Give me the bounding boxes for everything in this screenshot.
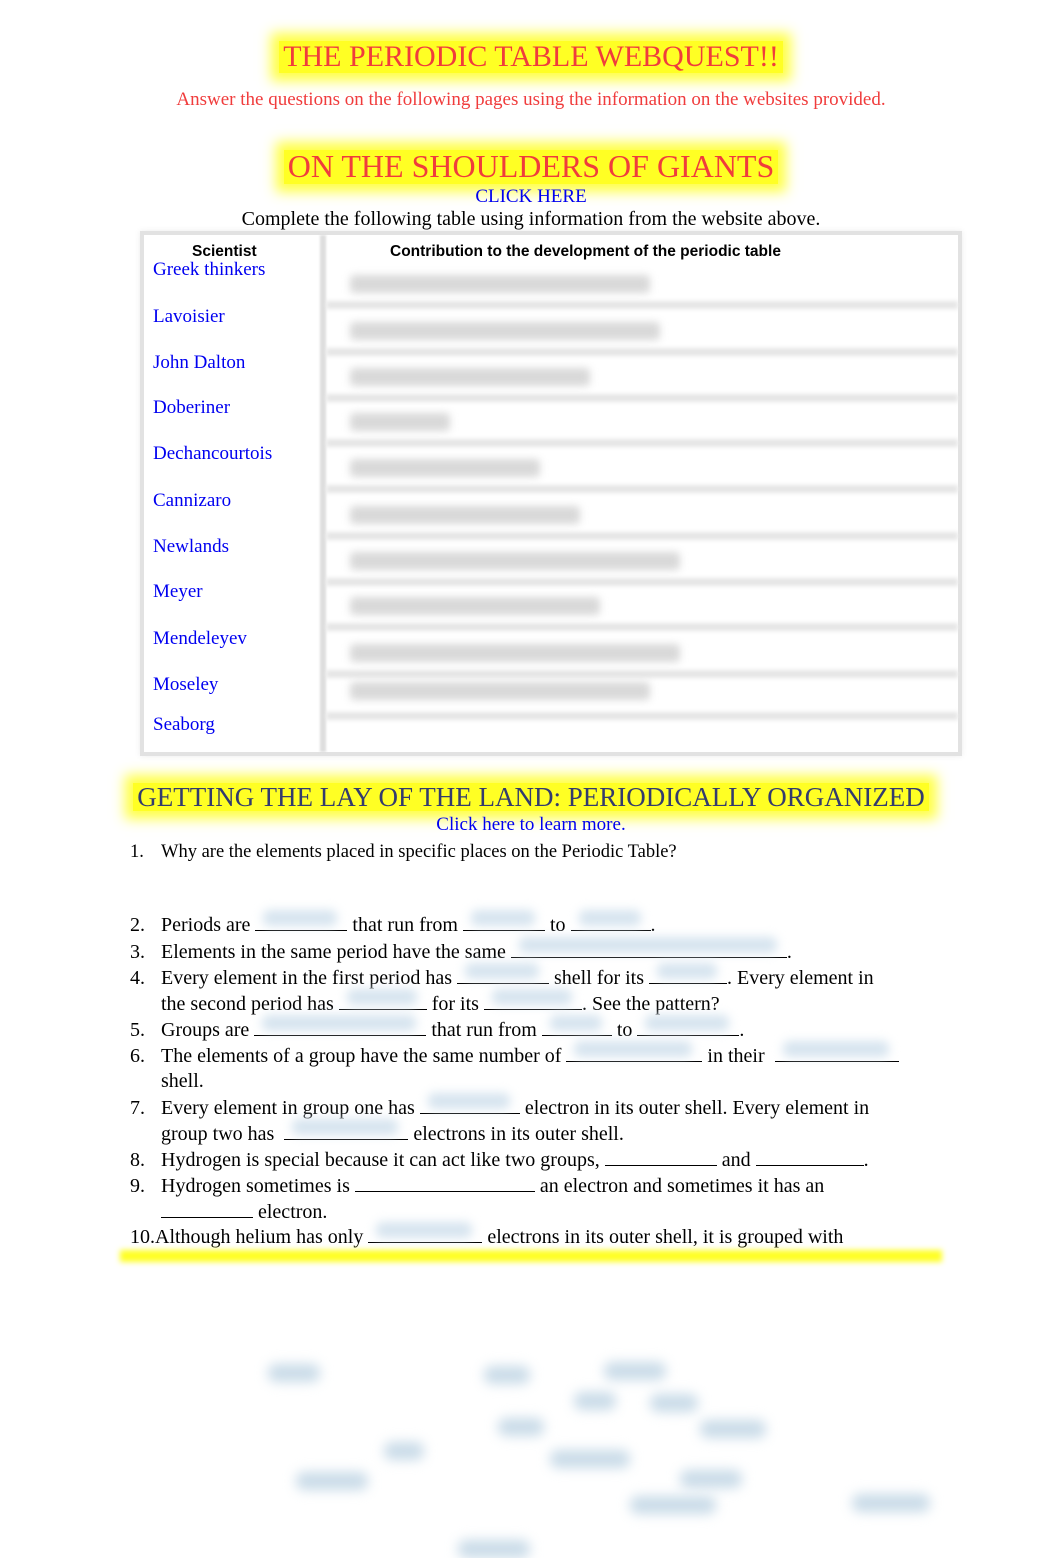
question-9: 9. Hydrogen sometimes is an electron and … [130,1173,825,1223]
scientist-link[interactable]: Seaborg [153,714,215,736]
table-row: Seaborg [144,714,958,760]
table-row: Doberiner [144,397,958,447]
scientist-link[interactable]: Cannizaro [153,490,231,512]
answer-blank[interactable] [483,989,582,1010]
question-6: 6. The elements of a group have the same … [130,1041,970,1094]
contribution-field[interactable] [350,459,540,477]
answer-blank[interactable] [255,910,348,931]
answer-blank[interactable] [284,1119,409,1140]
scientist-link[interactable]: John Dalton [153,352,245,374]
contribution-field[interactable] [350,682,650,700]
question-8: 8. Hydrogen is special because it can act… [130,1147,869,1171]
scientist-link[interactable]: Mendeleyev [153,628,247,650]
question-5: 5. Groups are that run from to . [130,1015,970,1043]
table-row: John Dalton [144,352,958,402]
question-2: 2. Periods are that run from to . [130,910,970,938]
answer-blank[interactable] [755,1147,864,1166]
answer-blank[interactable] [649,963,728,984]
scientist-table: Scientist Contribution to the developmen… [140,231,962,756]
table-row: Mendeleyev [144,628,958,678]
answer-blank[interactable] [368,1222,483,1243]
answer-blank[interactable] [161,1199,253,1218]
answer-blank[interactable] [457,963,550,984]
question-7: 7. Every element in group one has electro… [130,1093,970,1147]
highlight-band [120,1250,942,1262]
learn-more-link[interactable]: Click here to learn more. [0,814,1062,836]
answer-blank[interactable] [570,910,651,931]
answer-blank[interactable] [338,989,427,1010]
answer-blank[interactable] [254,1015,427,1036]
page-subtitle: Answer the questions on the following pa… [176,89,886,110]
page-title: THE PERIODIC TABLE WEBQUEST!! [0,40,1062,74]
contribution-field[interactable] [350,322,660,340]
scientist-link[interactable]: Doberiner [153,397,230,419]
table-row: Lavoisier [144,306,958,356]
question-1: 1. Why are the elements placed in specifi… [130,842,677,862]
contribution-field[interactable] [350,413,450,431]
table-row: Cannizaro [144,490,958,540]
scientist-link[interactable]: Lavoisier [153,306,225,328]
scientist-link[interactable]: Moseley [153,674,218,696]
question-3: 3. Elements in the same period have the s… [130,937,970,965]
scientist-link[interactable]: Newlands [153,536,229,558]
table-row: Greek thinkers [144,259,958,309]
contribution-field[interactable] [350,368,590,386]
contribution-field[interactable] [350,506,580,524]
answer-blank[interactable] [541,1015,612,1036]
scientist-link[interactable]: Dechancourtois [153,443,272,465]
question-4: 4. Every element in the first period has … [130,963,970,1017]
contribution-field[interactable] [350,275,650,293]
click-here-link[interactable]: CLICK HERE [0,186,1062,208]
scientist-link[interactable]: Greek thinkers [153,259,265,281]
table-instructions: Complete the following table using infor… [241,208,821,230]
contribution-field[interactable] [350,644,680,662]
question-10: 10.Although helium has only electrons in… [130,1222,970,1250]
contribution-field[interactable] [350,552,680,570]
answer-blank[interactable] [354,1173,535,1192]
answer-blank[interactable] [462,910,545,931]
table-row: Dechancourtois [144,443,958,493]
table-row: Meyer [144,581,958,631]
contribution-field[interactable] [350,597,600,615]
answer-blank[interactable] [419,1093,520,1114]
scientist-link[interactable]: Meyer [153,581,203,603]
table-row: Newlands [144,536,958,586]
answer-blank[interactable] [510,937,787,958]
section-heading-giants: ON THE SHOULDERS OF GIANTS [0,148,1062,185]
answer-blank[interactable] [566,1041,703,1062]
answer-blank[interactable] [637,1015,740,1036]
answer-blank[interactable] [774,1041,899,1062]
answer-blank[interactable] [604,1147,717,1166]
section-heading-lay-of-land: GETTING THE LAY OF THE LAND: PERIODICALL… [0,782,1062,813]
